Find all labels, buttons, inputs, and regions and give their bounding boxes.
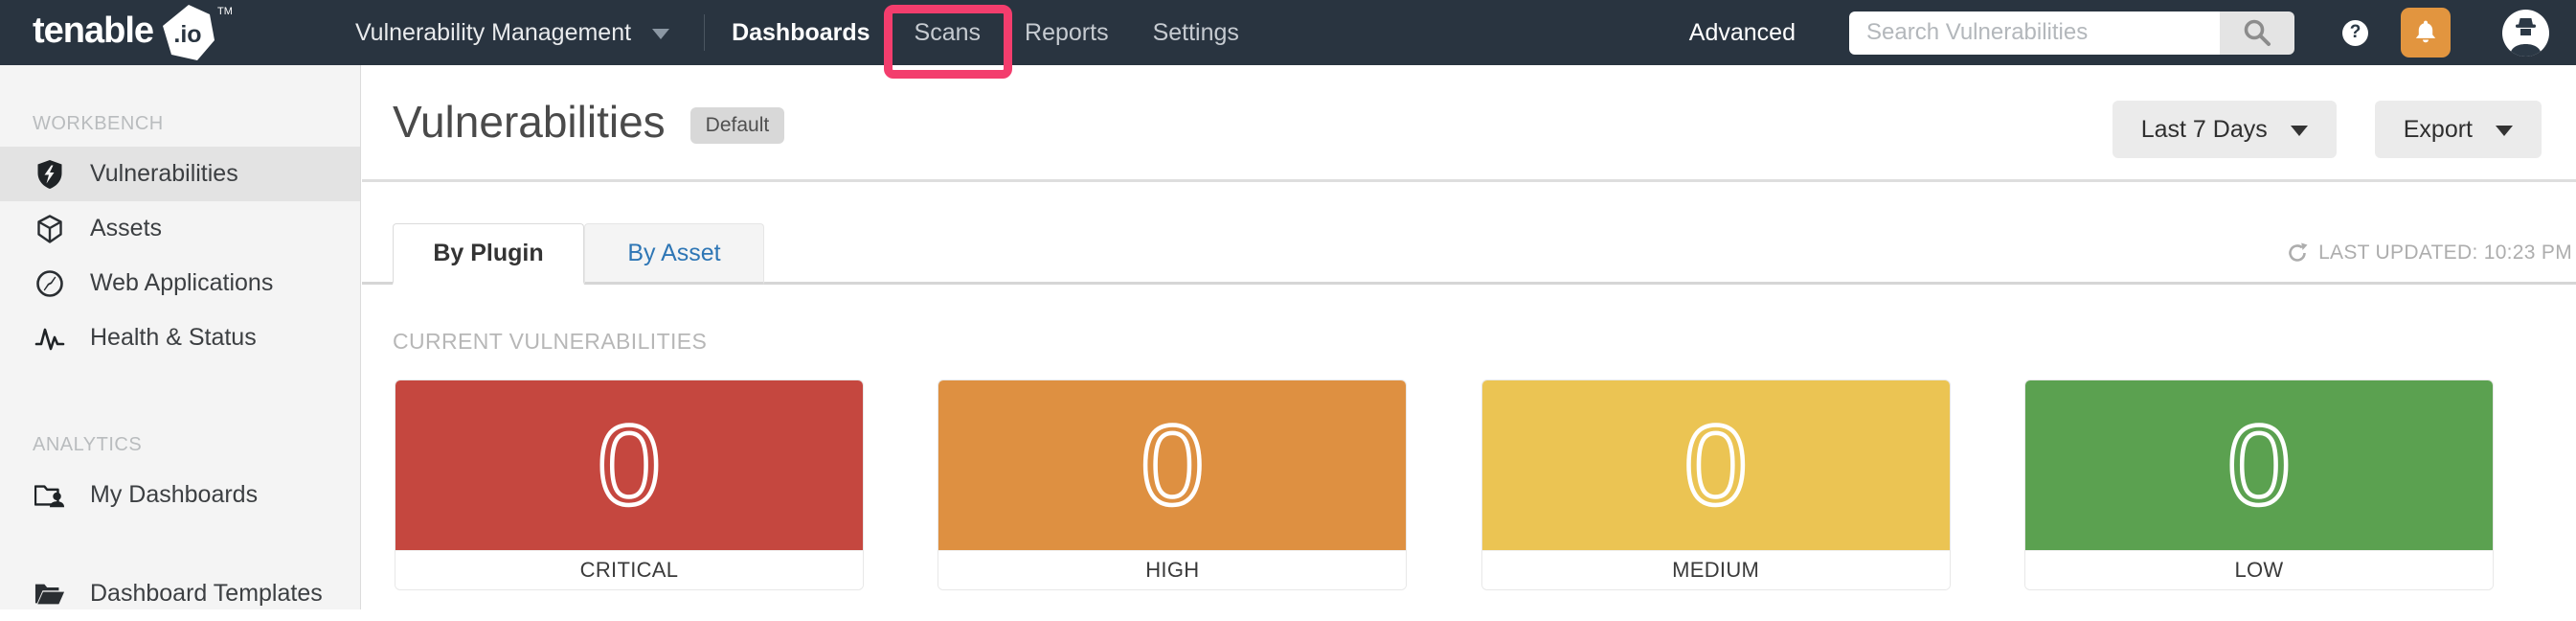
- nav-link-scans-wrapper: Scans: [883, 4, 1013, 79]
- search-icon: [2244, 19, 2271, 46]
- chevron-down-icon: [652, 29, 670, 39]
- severity-count: 0: [1683, 402, 1750, 529]
- navbar-divider: [704, 14, 706, 51]
- sidebar-item-vulnerabilities[interactable]: Vulnerabilities: [0, 147, 360, 201]
- person-icon: [2510, 17, 2542, 57]
- sidebar-item-label: Dashboard Templates: [90, 580, 323, 607]
- nav-link-settings[interactable]: Settings: [1153, 19, 1239, 47]
- top-navbar: tenable .io TM Vulnerability Management …: [0, 0, 2576, 79]
- date-range-value: Last 7 Days: [2140, 115, 2268, 143]
- folder-open-icon: [34, 579, 65, 610]
- last-updated: LAST UPDATED: 10:23 PM: [2286, 242, 2572, 264]
- advanced-search-link[interactable]: Advanced: [1689, 19, 1796, 47]
- severity-card-label: LOW: [2024, 550, 2493, 589]
- sidebar-item-label: Health & Status: [90, 324, 257, 351]
- tab-by-plugin[interactable]: By Plugin: [393, 223, 584, 285]
- svg-text:.io: .io: [173, 21, 201, 48]
- chevron-down-icon: [2496, 126, 2513, 136]
- nav-link-scans[interactable]: Scans: [915, 19, 981, 46]
- search-button[interactable]: [2220, 11, 2294, 55]
- severity-card-medium[interactable]: 0 MEDIUM: [1480, 380, 1951, 590]
- severity-card-label: CRITICAL: [395, 550, 863, 589]
- trademark-mark: TM: [217, 6, 233, 17]
- sidebar-item-assets[interactable]: Assets: [0, 201, 360, 256]
- sidebar: WORKBENCH Vulnerabilities Assets Web App…: [0, 65, 361, 610]
- pulse-icon: [34, 323, 65, 354]
- page-header: Vulnerabilities Default Last 7 Days Expo…: [362, 65, 2576, 182]
- severity-card-critical[interactable]: 0 CRITICAL: [395, 380, 864, 590]
- severity-count: 0: [1139, 402, 1206, 529]
- refresh-icon[interactable]: [2286, 242, 2309, 264]
- sidebar-item-my-dashboards[interactable]: My Dashboards: [0, 468, 360, 522]
- product-switcher-label: Vulnerability Management: [354, 18, 632, 46]
- export-dropdown[interactable]: Export: [2374, 101, 2542, 158]
- folder-user-icon: [34, 480, 65, 511]
- severity-count: 0: [596, 402, 663, 529]
- severity-cards: 0 CRITICAL 0 HIGH 0 MEDIUM 0 LOW: [395, 380, 2494, 590]
- navbar-right-group: Advanced ?: [1689, 8, 2549, 58]
- severity-card-high[interactable]: 0 HIGH: [938, 380, 1408, 590]
- severity-card-body: 0: [395, 380, 863, 550]
- search-input[interactable]: [1849, 11, 2220, 55]
- sidebar-item-dashboard-templates[interactable]: Dashboard Templates: [0, 566, 360, 621]
- severity-count: 0: [2226, 402, 2293, 529]
- sidebar-section-workbench: WORKBENCH: [33, 113, 164, 134]
- sidebar-item-health-status[interactable]: Health & Status: [0, 310, 360, 365]
- question-mark-icon: ?: [2349, 22, 2361, 42]
- primary-nav: Dashboards Scans Reports Settings: [732, 4, 1239, 79]
- bell-icon: [2415, 20, 2436, 43]
- shield-bolt-icon: [34, 159, 65, 190]
- brand-name: tenable: [33, 11, 154, 51]
- tab-by-asset[interactable]: By Asset: [584, 223, 764, 285]
- tenable-logo[interactable]: tenable .io TM: [33, 2, 233, 63]
- severity-card-label: HIGH: [938, 550, 1407, 589]
- sidebar-item-web-applications[interactable]: Web Applications: [0, 256, 360, 310]
- main-content: Vulnerabilities Default Last 7 Days Expo…: [362, 65, 2576, 610]
- page-title: Vulnerabilities: [393, 97, 666, 147]
- tab-strip: By Plugin By Asset LAST UPDATED: 10:23 P…: [362, 223, 2576, 285]
- notifications-button[interactable]: [2401, 8, 2451, 58]
- brand-hexagon-icon: .io: [163, 5, 215, 60]
- export-label: Export: [2403, 115, 2473, 143]
- chevron-down-icon: [2290, 126, 2308, 136]
- sidebar-section-analytics: ANALYTICS: [33, 434, 143, 455]
- cube-icon: [34, 214, 65, 244]
- severity-card-body: 0: [938, 380, 1407, 550]
- severity-card-low[interactable]: 0 LOW: [2023, 380, 2494, 590]
- sidebar-item-label: Web Applications: [90, 269, 274, 296]
- date-range-dropdown[interactable]: Last 7 Days: [2112, 101, 2337, 158]
- default-badge: Default: [689, 107, 785, 144]
- product-switcher[interactable]: Vulnerability Management: [354, 18, 670, 47]
- sidebar-item-label: My Dashboards: [90, 481, 259, 508]
- web-app-icon: [34, 268, 65, 299]
- user-avatar[interactable]: [2502, 9, 2549, 57]
- last-updated-text: LAST UPDATED: 10:23 PM: [2318, 241, 2572, 264]
- current-vulnerabilities-label: CURRENT VULNERABILITIES: [393, 329, 708, 354]
- sidebar-item-label: Assets: [90, 215, 163, 242]
- sidebar-item-label: Vulnerabilities: [90, 160, 238, 187]
- nav-link-dashboards[interactable]: Dashboards: [732, 19, 870, 47]
- search-group: [1849, 11, 2294, 55]
- header-actions: Last 7 Days Export: [2112, 101, 2542, 158]
- severity-card-body: 0: [1481, 380, 1950, 550]
- nav-link-reports[interactable]: Reports: [1025, 19, 1109, 47]
- severity-card-body: 0: [2024, 380, 2493, 550]
- severity-card-label: MEDIUM: [1481, 550, 1950, 589]
- help-button[interactable]: ?: [2342, 19, 2368, 46]
